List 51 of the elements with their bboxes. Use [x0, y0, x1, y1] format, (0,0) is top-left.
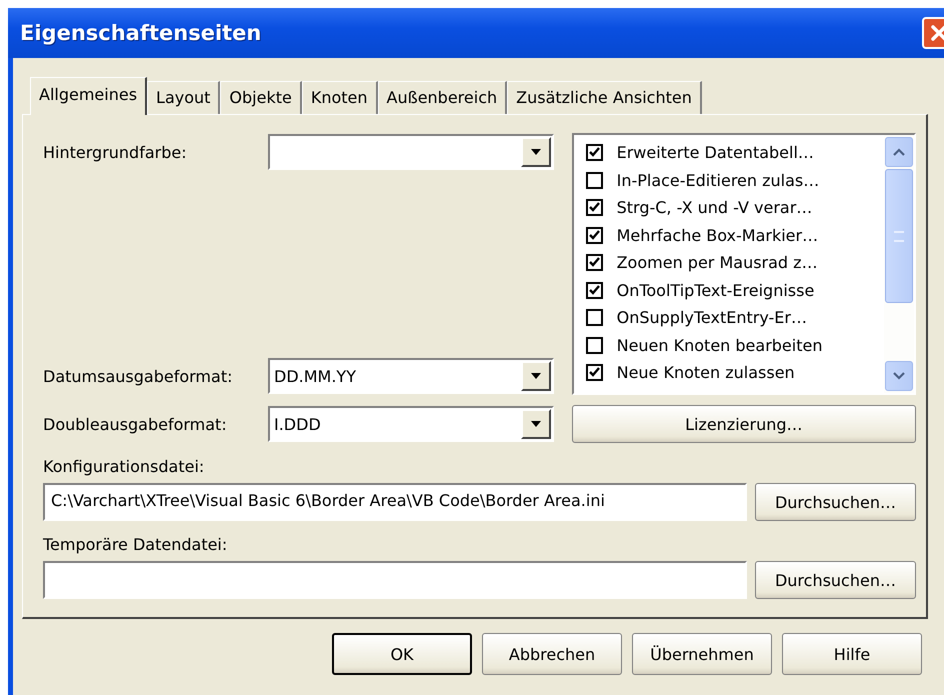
checkbox[interactable] [586, 309, 603, 326]
scroll-up-icon [893, 148, 905, 156]
date-format-dropdown[interactable]: DD.MM.YY [268, 358, 554, 394]
close-icon [928, 22, 944, 44]
dropdown-arrow-icon [530, 372, 542, 380]
field-label: Doubleausgabeformat: [43, 414, 228, 434]
tab[interactable]: Knoten [302, 81, 378, 114]
option-label: Erweiterte Datentabell… [616, 143, 814, 162]
license-button[interactable]: Lizenzierung… [572, 405, 916, 443]
option-label: OnSupplyTextEntry-Er… [616, 308, 807, 328]
option-label: In-Place-Editieren zulas… [616, 170, 820, 190]
dialog-button[interactable]: Übernehmen [632, 633, 772, 675]
tab[interactable]: Objekte [220, 81, 302, 114]
option-label: Neue Knoten zulassen [616, 363, 795, 382]
tab[interactable]: Zusätzliche Ansichten [507, 81, 702, 114]
grip-icon [894, 230, 904, 242]
browse-button[interactable]: Durchsuchen… [754, 561, 916, 599]
checkbox[interactable] [586, 336, 603, 354]
checkbox[interactable] [586, 282, 603, 299]
temp-file-field[interactable] [43, 561, 747, 599]
checkbox[interactable] [586, 254, 603, 272]
checkbox[interactable] [586, 364, 603, 382]
field-label: Datumsausgabeformat: [43, 366, 234, 386]
window-title: Eigenschaftenseiten [20, 21, 262, 45]
option-label: OnToolTipText-Ereignisse [616, 280, 814, 300]
checkbox[interactable] [586, 226, 603, 244]
double-format-dropdown[interactable]: I.DDD [268, 406, 554, 442]
option-label: Zoomen per Mausrad z… [616, 253, 818, 272]
scrollbar[interactable] [884, 135, 914, 393]
dropdown-arrow-icon [530, 420, 542, 428]
dialog-button[interactable]: OK [332, 633, 472, 675]
config-file-field[interactable]: C:\Varchart\XTree\Visual Basic 6\Border Area\VB Code\Border Area.ini [43, 483, 747, 521]
checkbox[interactable] [586, 172, 603, 189]
tab[interactable]: Allgemeines [30, 77, 148, 115]
field-label: Konfigurationsdatei: [43, 457, 206, 478]
field-label: Temporäre Datendatei: [43, 535, 228, 556]
dropdown-arrow-icon [530, 148, 542, 156]
checkbox[interactable] [586, 199, 603, 216]
tab[interactable]: Layout [147, 81, 220, 114]
field-label: Hintergrundfarbe: [43, 142, 188, 162]
color-dropdown[interactable] [268, 134, 554, 170]
dialog-button[interactable]: Hilfe [782, 633, 922, 675]
option-label: Strg-C, -X und -V verar… [616, 198, 812, 218]
option-label: Neuen Knoten bearbeiten [616, 336, 822, 355]
tab[interactable]: Außenbereich [378, 81, 508, 114]
browse-button[interactable]: Durchsuchen… [754, 483, 916, 521]
dialog-button[interactable]: Abbrechen [482, 633, 622, 675]
checkbox[interactable] [586, 144, 603, 162]
option-label: Mehrfache Box-Markier… [616, 226, 818, 245]
scroll-down-icon [893, 372, 905, 380]
options-list[interactable] [572, 133, 916, 395]
